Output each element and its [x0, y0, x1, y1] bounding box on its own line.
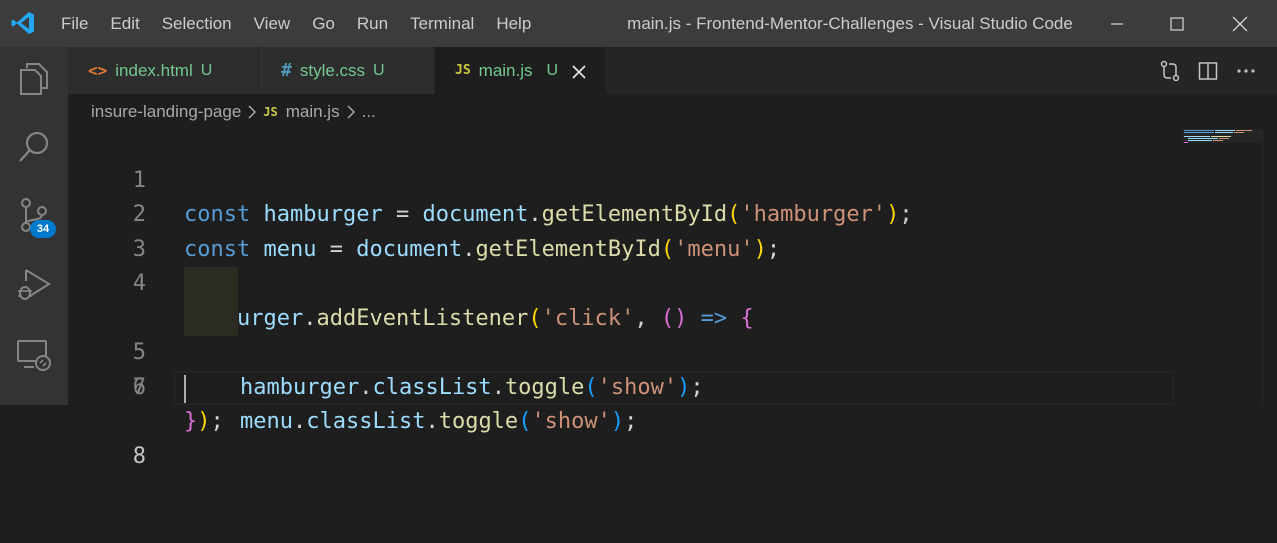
breadcrumb-file[interactable]: main.js — [286, 102, 340, 122]
files-icon — [20, 63, 48, 95]
current-line-highlight — [174, 370, 1174, 405]
menu-view[interactable]: View — [243, 0, 302, 47]
css-file-icon: # — [281, 60, 292, 81]
more-actions-button[interactable] — [1227, 47, 1265, 94]
menu-file[interactable]: File — [50, 0, 99, 47]
close-window-button[interactable] — [1210, 0, 1270, 47]
remote-explorer-button[interactable] — [0, 327, 68, 383]
minimap[interactable] — [1182, 129, 1272, 149]
chevron-right-icon — [347, 104, 355, 119]
breadcrumb-folder[interactable]: insure-landing-page — [91, 102, 241, 122]
split-editor-icon — [1198, 61, 1218, 80]
run-debug-button[interactable] — [0, 257, 68, 313]
line-content: }); — [184, 409, 224, 434]
title-bar: File Edit Selection View Go Run Terminal… — [0, 0, 1277, 47]
menu-edit[interactable]: Edit — [99, 0, 150, 47]
code-line: 1 const hamburger = document.getElementB… — [68, 129, 1277, 228]
breadcrumb: insure-landing-page JS main.js ... — [68, 94, 1277, 129]
code-line: 4 hamburger.addEventListener('click', ()… — [68, 233, 1277, 331]
js-file-icon: JS — [263, 104, 278, 119]
untracked-status: U — [373, 61, 385, 79]
indent-guide — [184, 267, 238, 302]
breadcrumb-symbols[interactable]: ... — [362, 102, 376, 122]
minimize-icon — [1111, 22, 1123, 25]
tab-index-html[interactable]: <> index.html U — [68, 47, 258, 94]
compare-changes-icon — [1160, 60, 1180, 81]
tab-close-button[interactable] — [572, 64, 586, 79]
open-changes-button[interactable] — [1151, 47, 1189, 94]
split-editor-button[interactable] — [1189, 47, 1227, 94]
untracked-status: U — [546, 61, 559, 79]
maximize-button[interactable] — [1147, 0, 1207, 47]
menu-terminal[interactable]: Terminal — [399, 0, 485, 47]
menu-go[interactable]: Go — [301, 0, 346, 47]
remote-explorer-icon — [17, 340, 51, 371]
close-icon — [1232, 16, 1248, 31]
line-number: 8 — [132, 443, 146, 469]
run-debug-icon — [18, 269, 51, 300]
tab-main-js[interactable]: JS main.js U — [435, 47, 605, 94]
tab-label: style.css — [299, 60, 366, 80]
more-icon — [1237, 68, 1255, 73]
scm-count-badge: 34 — [30, 220, 56, 238]
code-line: 3 — [68, 198, 1277, 262]
search-icon — [19, 131, 49, 162]
code-line: 5 hamburger.classList.toggle('show'); — [68, 267, 1277, 400]
vscode-logo-icon — [11, 12, 34, 34]
window-title: main.js - Frontend-Mentor-Challenges - V… — [627, 14, 1073, 33]
close-icon — [572, 64, 586, 79]
indent-guide — [184, 301, 238, 336]
code-line: 2 const menu = document.getElementById('… — [68, 164, 1277, 262]
vertical-scrollbar[interactable] — [1262, 129, 1277, 405]
editor-tabs: <> index.html U # style.css U JS main.js… — [68, 47, 1277, 94]
menu-bar: File Edit Selection View Go Run Terminal… — [50, 0, 542, 47]
editor-actions — [1151, 47, 1277, 94]
menu-run[interactable]: Run — [346, 0, 399, 47]
minimize-button[interactable] — [1087, 0, 1147, 47]
maximize-icon — [1170, 16, 1184, 31]
tab-label: index.html — [115, 60, 193, 80]
menu-selection[interactable]: Selection — [151, 0, 243, 47]
explorer-button[interactable] — [0, 51, 68, 107]
menu-help[interactable]: Help — [485, 0, 542, 47]
code-editor[interactable]: 1 const hamburger = document.getElementB… — [68, 129, 1277, 469]
search-button[interactable] — [0, 119, 68, 175]
code-line-current: 8 — [68, 370, 1277, 469]
tab-style-css[interactable]: # style.css U — [259, 47, 434, 94]
untracked-status: U — [200, 61, 213, 79]
chevron-right-icon — [248, 104, 257, 119]
activity-bar: 34 — [0, 47, 68, 405]
tab-label: main.js — [478, 60, 533, 80]
text-cursor — [184, 374, 186, 403]
html-file-icon: <> — [88, 61, 108, 80]
line-content: menu.classList.toggle('show'); — [240, 409, 638, 434]
code-line: 6 menu.classList.toggle('show'); — [68, 301, 1277, 434]
code-line: 7 }); — [68, 336, 1277, 435]
js-file-icon: JS — [455, 63, 471, 78]
